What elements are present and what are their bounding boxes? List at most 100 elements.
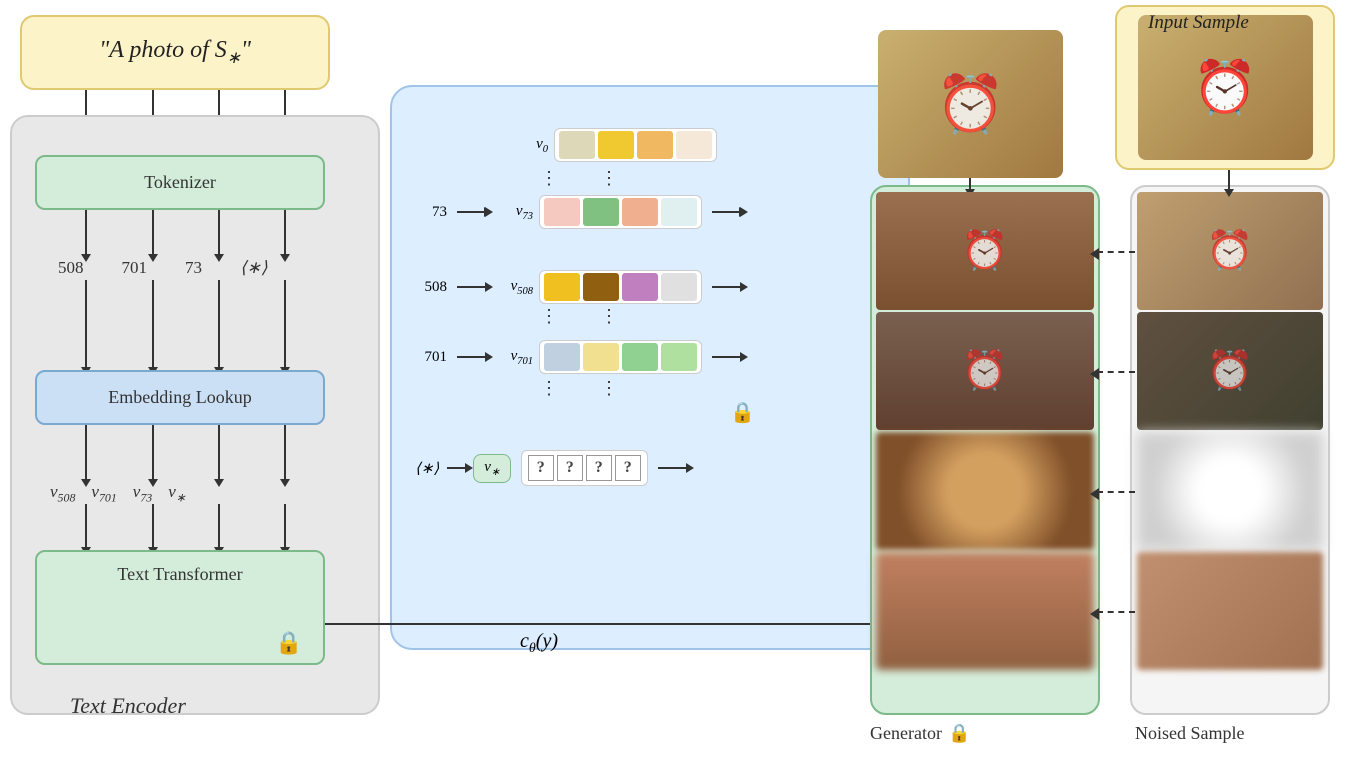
vstar-row: ⟨∗⟩ v∗ ? ? ? ? (415, 450, 690, 486)
text-transformer-label: Text Transformer (117, 564, 242, 585)
vec-1: v508 (50, 482, 75, 505)
dashed-3 (1097, 491, 1135, 493)
vec-to-tt-2 (152, 504, 154, 548)
vocab-row-v73: 73 v73 (415, 195, 744, 229)
v73-b3 (622, 198, 658, 226)
diagram-container: "A photo of S∗" Text Encoder Tokenizer 5… (0, 0, 1345, 758)
v508-b2 (583, 273, 619, 301)
num-to-emb-1 (85, 280, 87, 368)
v701-label: v701 (495, 348, 533, 367)
token-1: 508 (58, 258, 84, 278)
generator-text: Generator (870, 723, 942, 744)
phrase-text: "A photo of S∗" (99, 37, 251, 68)
v73-b1 (544, 198, 580, 226)
v73-out-arrow (712, 211, 740, 213)
v508-b1 (544, 273, 580, 301)
emb-to-vec-3 (218, 425, 220, 480)
noised-clock-1: ⏰ (1137, 192, 1323, 310)
v0-blocks (554, 128, 717, 162)
q4: ? (615, 455, 641, 481)
top-clock-to-gen (969, 178, 971, 190)
tokenizer-label: Tokenizer (144, 172, 216, 193)
input-clock-img: ⏰ (1138, 15, 1313, 160)
text-transformer-lock: 🔒 (275, 630, 302, 656)
gen-clock-4 (876, 552, 1094, 670)
idx-508: 508 (415, 279, 447, 296)
c-theta-label: cθ(y) (520, 630, 558, 657)
idx73-arrow (457, 211, 485, 213)
q2: ? (557, 455, 583, 481)
v701-b1 (544, 343, 580, 371)
vdots-5: ⋮ (540, 378, 558, 400)
v0-b3 (637, 131, 673, 159)
token-4: ⟨∗⟩ (240, 258, 268, 278)
tok-to-num-1 (85, 210, 87, 255)
v73-b4 (661, 198, 697, 226)
dashed-4 (1097, 611, 1135, 613)
vec-3: v73 (133, 482, 152, 505)
v73-blocks (539, 195, 702, 229)
embedding-label: Embedding Lookup (108, 387, 251, 408)
num-to-emb-4 (284, 280, 286, 368)
vocab-row-v0: v0 (510, 128, 717, 162)
vdots-2: ⋮ (600, 168, 618, 190)
gen-clock-2: ⏰ (876, 312, 1094, 430)
v0-b4 (676, 131, 712, 159)
gen-clock-1: ⏰ (876, 192, 1094, 310)
v0-label: v0 (510, 136, 548, 155)
v508-b3 (622, 273, 658, 301)
noised-clock-4 (1137, 552, 1323, 670)
noised-label: Noised Sample (1135, 723, 1245, 744)
vec-4: v∗ (168, 482, 186, 505)
dashed-2 (1097, 371, 1135, 373)
idx-73: 73 (415, 204, 447, 221)
token-2: 701 (122, 258, 148, 278)
vstar-box: v∗ (473, 454, 510, 483)
gen-clock-3 (876, 432, 1094, 550)
tok-to-num-2 (152, 210, 154, 255)
vocab-row-v701: 701 v701 (415, 340, 744, 374)
phrase-box: "A photo of S∗" (20, 15, 330, 90)
v701-b3 (622, 343, 658, 371)
vstar-label: v∗ (484, 459, 499, 475)
v508-b4 (661, 273, 697, 301)
input-sample-label: Input Sample (1148, 12, 1249, 34)
vec-2: v701 (91, 482, 116, 505)
vec-to-tt-4 (284, 504, 286, 548)
v0-b1 (559, 131, 595, 159)
noised-text: Noised Sample (1135, 723, 1245, 743)
emb-to-vec-2 (152, 425, 154, 480)
v701-b2 (583, 343, 619, 371)
tt-to-gen-arrow (325, 623, 880, 625)
embedding-box: Embedding Lookup (35, 370, 325, 425)
tokenizer-box: Tokenizer (35, 155, 325, 210)
tok-to-num-4 (284, 210, 286, 255)
vdots-1: ⋮ (540, 168, 558, 190)
num-to-emb-2 (152, 280, 154, 368)
emb-to-vec-1 (85, 425, 87, 480)
dashed-1 (1097, 251, 1135, 253)
generator-label: Generator 🔒 (870, 723, 970, 744)
question-box: ? ? ? ? (521, 450, 648, 486)
v73-b2 (583, 198, 619, 226)
noised-clock-2: ⏰ (1137, 312, 1323, 430)
v508-blocks (539, 270, 702, 304)
num-to-emb-3 (218, 280, 220, 368)
token-3: 73 (185, 258, 202, 278)
vector-row: v508 v701 v73 v∗ (50, 482, 186, 505)
vdots-6: ⋮ (600, 378, 618, 400)
vocab-lock: 🔒 (730, 400, 755, 425)
input-to-noised (1228, 170, 1230, 190)
generator-lock: 🔒 (948, 723, 970, 744)
lstar-label: ⟨∗⟩ (415, 459, 439, 478)
v73-label: v73 (495, 203, 533, 222)
tok-to-num-3 (218, 210, 220, 255)
text-encoder-label: Text Encoder (70, 693, 186, 719)
generator-top-clock: ⏰ (878, 30, 1063, 178)
vocab-row-v508: 508 v508 (415, 270, 744, 304)
v701-b4 (661, 343, 697, 371)
v701-blocks (539, 340, 702, 374)
vdots-3: ⋮ (540, 306, 558, 328)
emb-to-vec-4 (284, 425, 286, 480)
idx-701: 701 (415, 349, 447, 366)
